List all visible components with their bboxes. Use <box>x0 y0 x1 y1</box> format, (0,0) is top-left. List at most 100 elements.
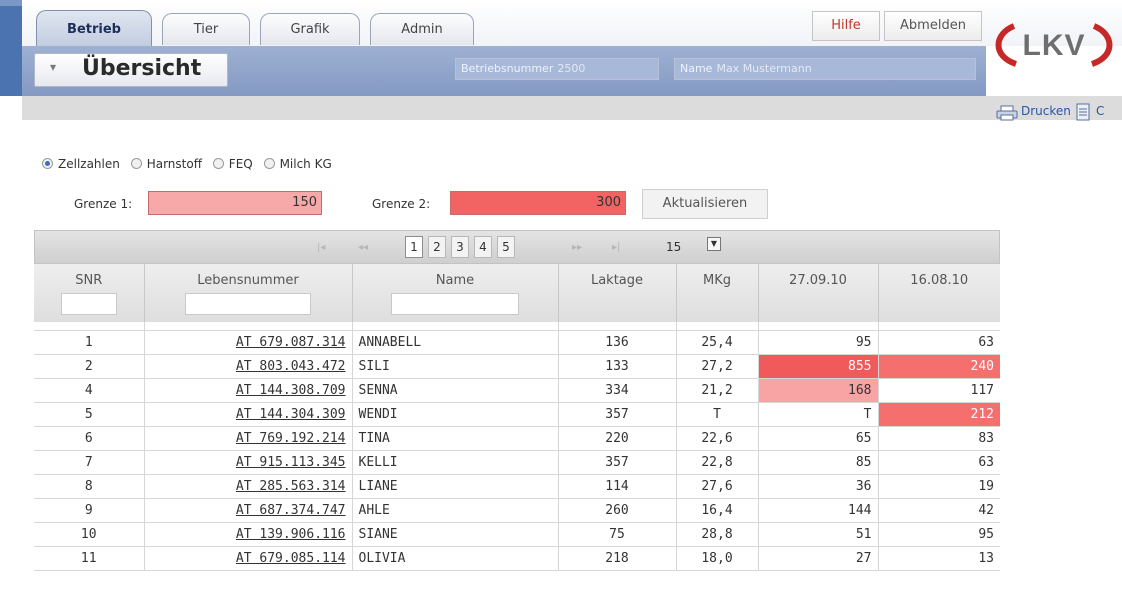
radio-harnstoff[interactable]: Harnstoff <box>130 157 202 171</box>
cell-laktage: 357 <box>558 402 677 427</box>
table-body: 1 AT 679.087.314 ANNABELL 136 25,4 95 63 2 AT 80… <box>34 322 1000 571</box>
page-button-2[interactable]: 2 <box>428 236 446 258</box>
page-button-4[interactable]: 4 <box>474 236 492 258</box>
column-header-name[interactable]: Name <box>352 264 559 322</box>
column-header-laktage[interactable]: Laktage <box>558 264 677 322</box>
cell-snr: 6 <box>34 426 145 451</box>
lebensnummer-link[interactable]: AT 687.374.747 <box>236 503 346 518</box>
radio-selected-icon[interactable] <box>42 158 53 169</box>
lebensnummer-link[interactable]: AT 679.085.114 <box>236 551 346 566</box>
cell-lebensnummer[interactable]: AT 803.043.472 <box>144 354 353 379</box>
cell-mkg: 18,0 <box>676 546 759 571</box>
cell-name: OLIVIA <box>352 546 559 571</box>
radio-icon[interactable] <box>263 158 275 169</box>
cell-lebensnummer[interactable]: AT 679.085.114 <box>144 546 353 571</box>
cell-date2: 63 <box>878 330 1000 355</box>
limit2-input[interactable]: 300 <box>450 191 626 215</box>
lebensnummer-link[interactable]: AT 144.308.709 <box>236 383 346 398</box>
cell-date1: 95 <box>758 330 879 355</box>
cell-mkg: 16,4 <box>676 498 759 523</box>
first-page-icon[interactable]: |◂ <box>317 242 325 253</box>
table-row[interactable]: 1 AT 679.087.314 ANNABELL 136 25,4 95 63 <box>34 330 1000 355</box>
radio-icon[interactable] <box>130 158 142 169</box>
cell-lebensnummer[interactable]: AT 679.087.314 <box>144 330 353 355</box>
cell-mkg: 22,8 <box>676 450 759 475</box>
cell-lebensnummer[interactable]: AT 285.563.314 <box>144 474 353 499</box>
cell-date2: 83 <box>878 426 1000 451</box>
measure-radio-group: Zellzahlen Harnstoff FEQ Milch KG <box>42 157 339 171</box>
cell-laktage: 114 <box>558 474 677 499</box>
page-button-5[interactable]: 5 <box>497 236 515 258</box>
column-header-date1[interactable]: 27.09.10 <box>758 264 879 322</box>
cell-snr: 2 <box>34 354 145 379</box>
help-button[interactable]: Hilfe <box>812 11 880 41</box>
tab-betrieb[interactable]: Betrieb <box>36 10 152 46</box>
page-title: Übersicht <box>82 56 202 81</box>
refresh-button[interactable]: Aktualisieren <box>642 189 768 219</box>
cell-lebensnummer[interactable]: AT 915.113.345 <box>144 450 353 475</box>
lkv-logo: LKV <box>995 23 1113 67</box>
radio-milch-kg[interactable]: Milch KG <box>263 157 332 171</box>
cell-mkg: 21,2 <box>676 378 759 403</box>
chevron-down-icon[interactable]: ▼ <box>707 237 721 251</box>
cell-lebensnummer[interactable]: AT 769.192.214 <box>144 426 353 451</box>
document-icon[interactable] <box>1076 103 1090 121</box>
cell-laktage: 136 <box>558 330 677 355</box>
cell-lebensnummer[interactable]: AT 144.304.309 <box>144 402 353 427</box>
table-row[interactable]: 2 AT 803.043.472 SILI 133 27,2 855 240 <box>34 354 1000 379</box>
cell-laktage: 220 <box>558 426 677 451</box>
table-row[interactable]: 9 AT 687.374.747 AHLE 260 16,4 144 42 <box>34 498 1000 523</box>
filter-input-snr[interactable] <box>60 293 117 315</box>
cell-name: ANNABELL <box>352 330 559 355</box>
cell-lebensnummer[interactable]: AT 687.374.747 <box>144 498 353 523</box>
column-header-snr[interactable]: SNR <box>34 264 145 322</box>
print-link[interactable]: Drucken <box>1021 104 1071 118</box>
lebensnummer-link[interactable]: AT 679.087.314 <box>236 335 346 350</box>
page-button-3[interactable]: 3 <box>451 236 469 258</box>
radio-icon[interactable] <box>212 158 224 169</box>
column-header-date2[interactable]: 16.08.10 <box>878 264 1000 322</box>
cell-date1: 168 <box>758 378 879 403</box>
limit1-input[interactable]: 150 <box>148 191 322 215</box>
column-header-lebensnummer[interactable]: Lebensnummer <box>144 264 353 322</box>
cell-mkg: T <box>676 402 759 427</box>
radio-zellzahlen[interactable]: Zellzahlen <box>42 157 120 171</box>
last-page-icon[interactable]: ▸| <box>612 242 620 253</box>
table-row[interactable]: 11 AT 679.085.114 OLIVIA 218 18,0 27 13 <box>34 546 1000 571</box>
radio-feq[interactable]: FEQ <box>212 157 253 171</box>
filter-input-name[interactable] <box>391 293 519 315</box>
filter-input-lebensnummer[interactable] <box>185 293 311 315</box>
cell-name: TINA <box>352 426 559 451</box>
table-row[interactable]: 10 AT 139.906.116 SIANE 75 28,8 51 95 <box>34 522 1000 547</box>
table-header-row: SNR Lebensnummer Name Laktage MKg 27.09.… <box>34 264 1000 322</box>
page-button-1[interactable]: 1 <box>405 236 423 258</box>
tab-tier[interactable]: Tier <box>162 13 250 45</box>
logout-button[interactable]: Abmelden <box>884 11 982 41</box>
lebensnummer-link[interactable]: AT 144.304.309 <box>236 407 346 422</box>
lebensnummer-link[interactable]: AT 915.113.345 <box>236 455 346 470</box>
lebensnummer-link[interactable]: AT 769.192.214 <box>236 431 346 446</box>
cell-lebensnummer[interactable]: AT 144.308.709 <box>144 378 353 403</box>
lebensnummer-link[interactable]: AT 139.906.116 <box>236 527 346 542</box>
table-row[interactable]: 4 AT 144.308.709 SENNA 334 21,2 168 117 <box>34 378 1000 403</box>
cell-date2: 117 <box>878 378 1000 403</box>
cell-date1: 65 <box>758 426 879 451</box>
lebensnummer-link[interactable]: AT 803.043.472 <box>236 359 346 374</box>
table-row[interactable]: 7 AT 915.113.345 KELLI 357 22,8 85 63 <box>34 450 1000 475</box>
cell-date1: 36 <box>758 474 879 499</box>
chevron-down-icon[interactable]: ▾ <box>50 60 56 74</box>
table-row[interactable]: 5 AT 144.304.309 WENDI 357 T T 212 <box>34 402 1000 427</box>
column-header-mkg[interactable]: MKg <box>676 264 759 322</box>
cell-lebensnummer[interactable]: AT 139.906.116 <box>144 522 353 547</box>
tab-grafik[interactable]: Grafik <box>260 13 360 45</box>
name-value: Max Mustermann <box>716 62 812 75</box>
tab-admin[interactable]: Admin <box>370 13 474 45</box>
printer-icon[interactable] <box>996 105 1018 121</box>
cell-mkg: 27,6 <box>676 474 759 499</box>
truncated-link[interactable]: C <box>1096 104 1104 118</box>
prev-page-icon[interactable]: ◂◂ <box>358 242 368 253</box>
table-row[interactable]: 6 AT 769.192.214 TINA 220 22,6 65 83 <box>34 426 1000 451</box>
lebensnummer-link[interactable]: AT 285.563.314 <box>236 479 346 494</box>
table-row[interactable]: 8 AT 285.563.314 LIANE 114 27,6 36 19 <box>34 474 1000 499</box>
next-page-icon[interactable]: ▸▸ <box>572 242 582 253</box>
